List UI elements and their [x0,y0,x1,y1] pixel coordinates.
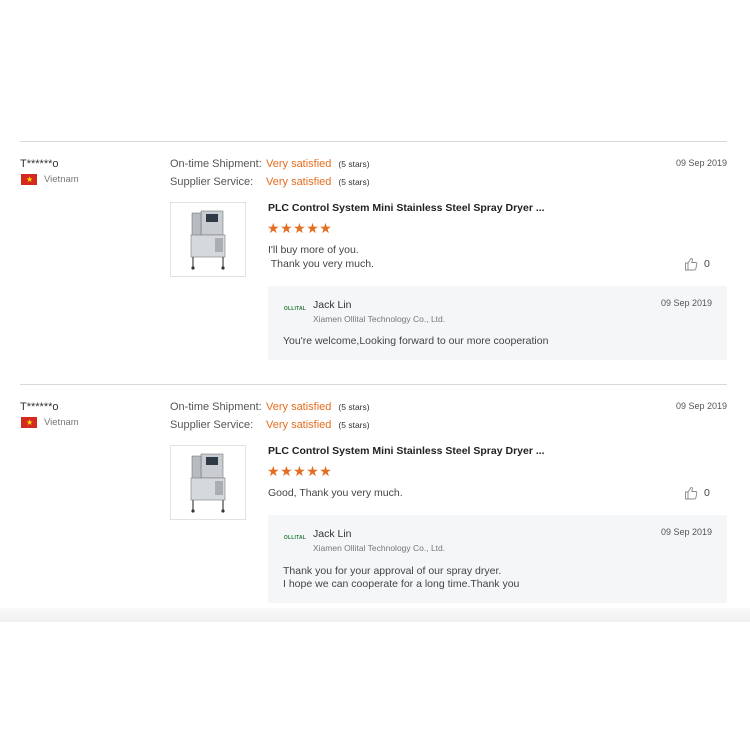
star-icon: ★ [319,463,333,479]
shipment-rating: On-time Shipment: Very satisfied (5 star… [170,158,370,170]
review-item: T******o ★ Vietnam On-time Shipment: Ver… [0,401,750,611]
reply-company: Xiamen Ollital Technology Co., Ltd. [313,543,446,553]
like-count: 0 [704,487,710,499]
like-button[interactable]: 0 [684,257,710,271]
supplier-reply: OLLITAL Jack Lin Xiamen Ollital Technolo… [268,515,727,603]
service-rating: Supplier Service: Very satisfied (5 star… [170,176,370,188]
rating-stars: ★★★★★ [267,463,332,480]
reply-text: Thank you for your approval of our spray… [283,565,520,590]
like-count: 0 [704,258,710,270]
country-label: Vietnam [44,174,79,185]
reviewer-country: ★ Vietnam [21,417,79,428]
product-title-link[interactable]: PLC Control System Mini Stainless Steel … [268,202,545,214]
service-stars: (5 stars) [338,177,370,187]
thumbs-up-icon [685,486,698,500]
service-value: Very satisfied [266,176,332,188]
like-button[interactable]: 0 [684,486,710,500]
star-icon: ★ [267,463,281,479]
spray-dryer-image [190,453,226,513]
star-icon: ★ [280,463,294,479]
supplier-reply: OLLITAL Jack Lin Xiamen Ollital Technolo… [268,286,727,360]
star-icon: ★ [293,220,307,236]
star-icon: ★ [280,220,294,236]
shipment-label: On-time Shipment: [170,401,262,413]
reviewer-name: T******o [20,158,59,170]
review-item: T******o ★ Vietnam On-time Shipment: Ver… [0,158,750,368]
thumbs-up-icon [685,257,698,271]
star-icon: ★ [306,463,320,479]
review-date: 09 Sep 2019 [675,401,727,411]
divider [20,384,727,385]
divider-top [20,141,727,142]
shipment-rating: On-time Shipment: Very satisfied (5 star… [170,401,370,413]
shipment-stars: (5 stars) [338,159,370,169]
reply-date: 09 Sep 2019 [660,527,712,537]
country-label: Vietnam [44,417,79,428]
reply-author: Jack Lin [313,299,352,311]
rating-stars: ★★★★★ [267,220,332,237]
vietnam-flag-icon: ★ [21,174,37,185]
reply-text: You're welcome,Looking forward to our mo… [283,335,549,347]
star-icon: ★ [319,220,333,236]
shipment-label: On-time Shipment: [170,158,262,170]
product-title-link[interactable]: PLC Control System Mini Stainless Steel … [268,445,545,457]
star-icon: ★ [306,220,320,236]
product-thumbnail[interactable] [170,202,246,277]
reply-company: Xiamen Ollital Technology Co., Ltd. [313,314,446,324]
shipment-stars: (5 stars) [338,402,370,412]
reviewer-country: ★ Vietnam [21,174,79,185]
list-bottom-edge [0,608,750,622]
vietnam-flag-icon: ★ [21,417,37,428]
spray-dryer-image [190,210,226,270]
service-label: Supplier Service: [170,419,254,431]
service-label: Supplier Service: [170,176,254,188]
reply-author: Jack Lin [313,528,352,540]
reply-date: 09 Sep 2019 [660,298,712,308]
service-stars: (5 stars) [338,420,370,430]
shipment-value: Very satisfied [266,401,332,413]
product-thumbnail[interactable] [170,445,246,520]
reviewer-name: T******o [20,401,59,413]
supplier-logo: OLLITAL [283,306,307,312]
supplier-logo: OLLITAL [283,535,307,541]
star-icon: ★ [267,220,281,236]
star-icon: ★ [293,463,307,479]
review-comment: Good, Thank you very much. [268,487,403,499]
service-rating: Supplier Service: Very satisfied (5 star… [170,419,370,431]
shipment-value: Very satisfied [266,158,332,170]
service-value: Very satisfied [266,419,332,431]
review-comment: I'll buy more of you. Thank you very muc… [268,244,375,270]
review-date: 09 Sep 2019 [675,158,727,168]
